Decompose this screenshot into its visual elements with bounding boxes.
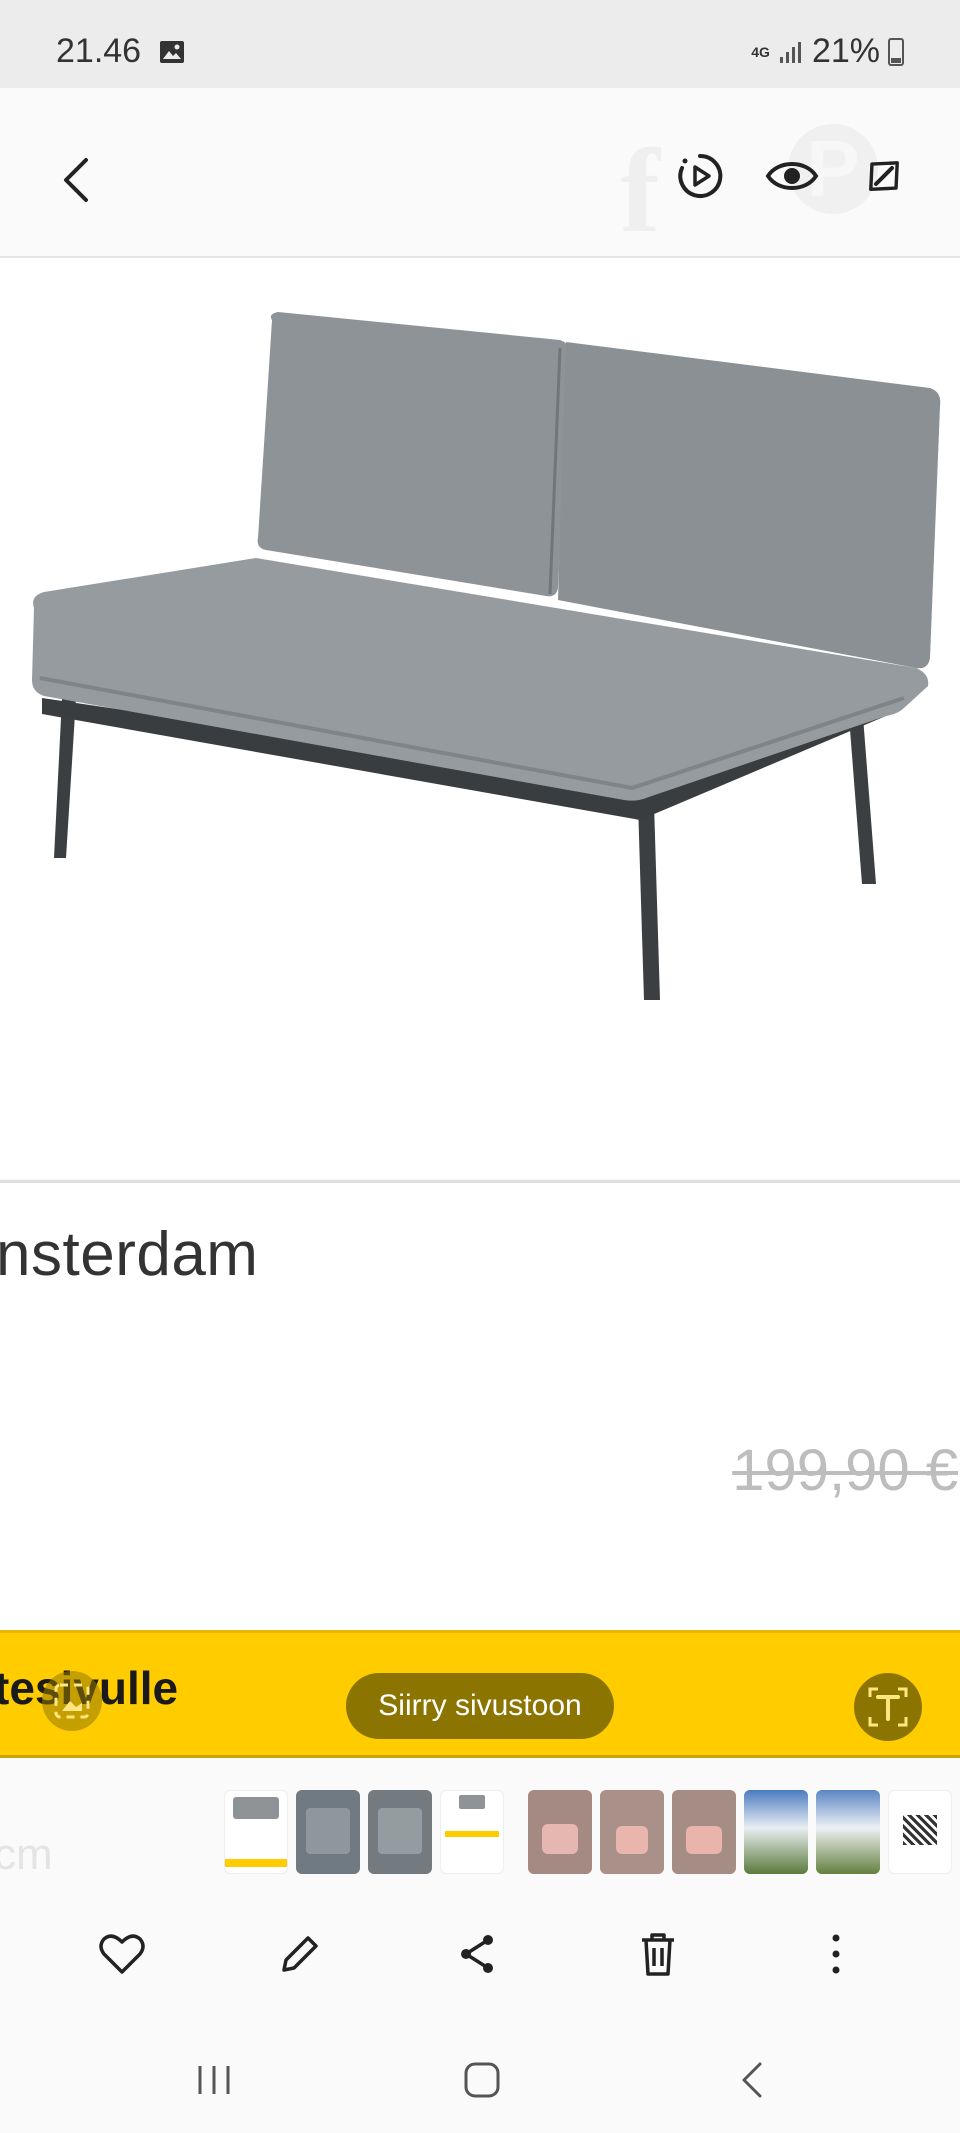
heart-icon[interactable] (96, 1928, 148, 1980)
product-title: nsterdam (0, 1220, 259, 1289)
product-image-area[interactable] (0, 258, 960, 1381)
remaster-icon[interactable] (856, 148, 912, 204)
image-capture-icon[interactable] (42, 1671, 102, 1731)
thumbnail[interactable] (672, 1790, 736, 1874)
home-icon[interactable] (458, 2056, 506, 2104)
thumbnail[interactable] (440, 1790, 504, 1874)
recent-apps-icon[interactable] (190, 2056, 238, 2104)
thumbnail[interactable] (600, 1790, 664, 1874)
more-icon[interactable] (810, 1928, 862, 1980)
facebook-logo-ghost: f (620, 124, 660, 257)
gallery-notification-icon (160, 41, 184, 63)
network-type: 4G (751, 43, 770, 60)
thumbnail[interactable] (888, 1790, 952, 1874)
thumbnail[interactable] (368, 1790, 432, 1874)
ghost-text: cm (0, 1830, 53, 1879)
thumbnail[interactable] (744, 1790, 808, 1874)
thumbnail[interactable] (816, 1790, 880, 1874)
product-info: nsterdam 199,90 € (0, 1183, 960, 1630)
old-price: 199,90 € (732, 1438, 958, 1503)
status-time: 21.46 (56, 32, 142, 70)
thumbnail[interactable] (528, 1790, 592, 1874)
text-extract-icon[interactable] (854, 1673, 922, 1741)
site-banner: tesivulle Siirry sivustoon (0, 1630, 960, 1758)
thumbnail[interactable] (224, 1790, 288, 1874)
back-icon[interactable] (52, 152, 100, 208)
status-indicators: 4G 21% (751, 32, 904, 71)
sofa-image[interactable] (0, 258, 960, 1038)
motion-photo-icon[interactable] (672, 148, 728, 204)
battery-level: 21% (811, 32, 880, 70)
delete-icon[interactable] (632, 1928, 684, 1980)
viewer-toolbar: f P (0, 88, 960, 258)
share-icon[interactable] (452, 1928, 504, 1980)
goto-site-button[interactable]: Siirry sivustoon (346, 1673, 614, 1739)
action-bar (0, 1920, 960, 1990)
signal-icon (779, 41, 801, 63)
battery-icon (888, 37, 904, 66)
eye-icon[interactable] (764, 148, 820, 204)
nav-back-icon[interactable] (730, 2056, 778, 2104)
thumbnail[interactable] (296, 1790, 360, 1874)
edit-icon[interactable] (274, 1928, 326, 1980)
thumbnail-strip: cm (0, 1760, 960, 1880)
system-nav-bar (0, 2040, 960, 2133)
status-bar: 21.46 4G 21% (0, 0, 960, 88)
